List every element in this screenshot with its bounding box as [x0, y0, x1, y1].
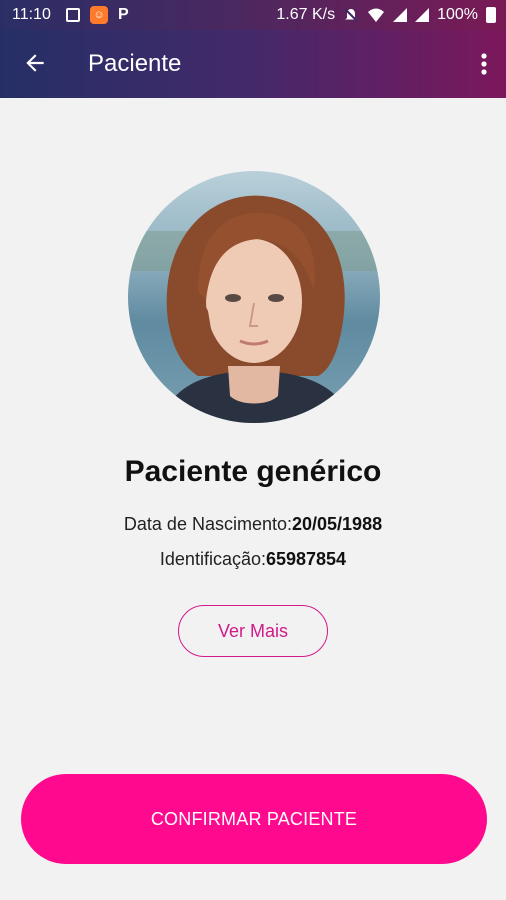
birth-date-row: Data de Nascimento:20/05/1988 — [0, 514, 506, 535]
identification-label: Identificação: — [159, 549, 266, 569]
image-icon — [66, 8, 80, 22]
battery-percent: 100% — [437, 6, 478, 23]
battery-icon — [486, 7, 496, 23]
network-speed: 1.67 K/s — [276, 6, 336, 23]
wifi-icon — [368, 8, 385, 22]
identification-value: 65987854 — [265, 549, 347, 569]
confirm-patient-button[interactable]: CONFIRMAR PACIENTE — [21, 774, 487, 864]
more-vert-icon[interactable] — [480, 52, 488, 76]
ver-mais-button[interactable]: Ver Mais — [178, 605, 328, 657]
arrow-left-icon[interactable] — [22, 50, 48, 76]
status-bar: 11:10 ☺ P 1.67 K/s 100% — [0, 0, 506, 30]
patient-name: Paciente genérico — [124, 455, 382, 488]
birth-date-value: 20/05/1988 — [292, 514, 383, 534]
status-time: 11:10 — [12, 6, 51, 23]
birth-date-label: Data de Nascimento: — [123, 514, 292, 534]
app-notification-icon: ☺ — [90, 6, 108, 24]
page-title: Paciente — [88, 50, 182, 77]
p-icon: P — [118, 6, 129, 23]
notification-icons: ☺ P — [66, 6, 129, 24]
patient-avatar — [128, 171, 380, 423]
signal-icon — [393, 8, 408, 22]
app-bar: Paciente — [0, 30, 506, 98]
mute-icon — [344, 8, 358, 22]
status-right: 1.67 K/s 100% — [276, 6, 496, 24]
signal-icon-2 — [415, 8, 430, 22]
identification-row: Identificação:65987854 — [0, 549, 506, 570]
